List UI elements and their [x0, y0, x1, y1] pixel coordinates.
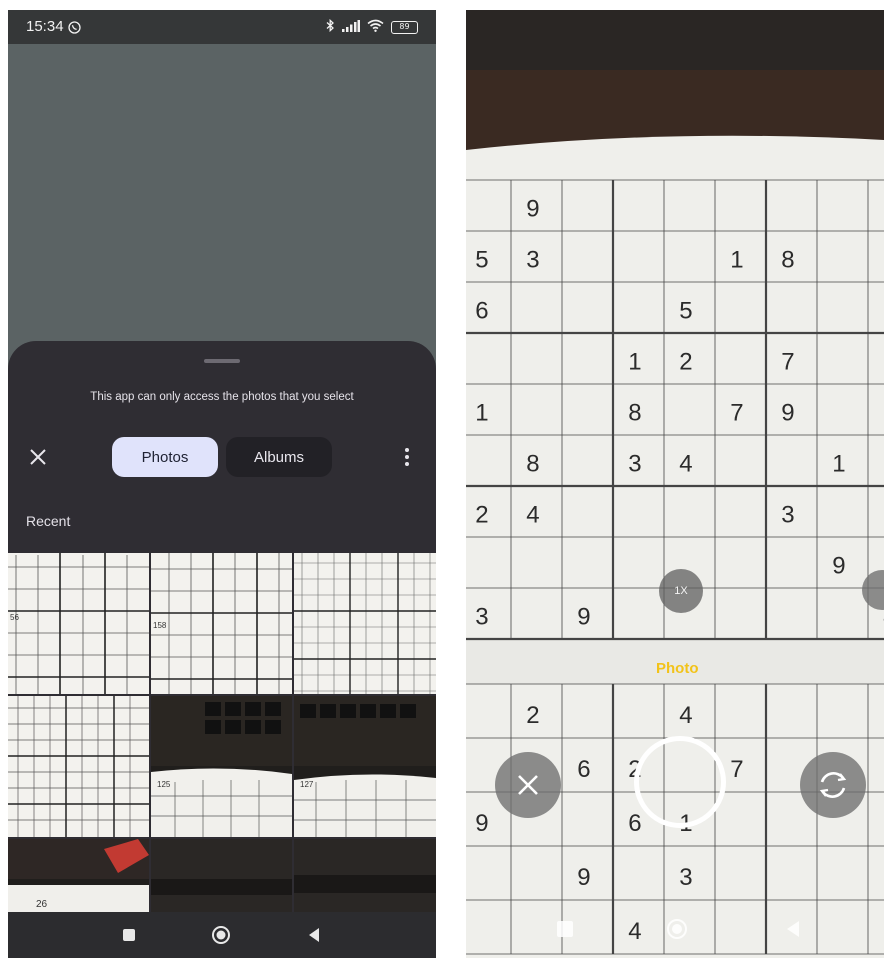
- sudoku-top-digit: 1: [832, 451, 845, 478]
- flip-camera-icon[interactable]: [800, 752, 866, 818]
- tile-page-number: 26: [36, 899, 48, 910]
- photo-thumbnail[interactable]: 125: [151, 696, 292, 837]
- tile-page-number: 158: [153, 621, 167, 630]
- battery-icon: 89: [391, 20, 418, 34]
- status-time: 15:34: [26, 18, 64, 35]
- sudoku-bottom-digit: 3: [679, 864, 692, 891]
- sudoku-top-digit: 4: [679, 451, 692, 478]
- photo-thumbnail[interactable]: [8, 696, 149, 837]
- photo-thumbnail[interactable]: [294, 839, 436, 918]
- sudoku-top-digit: 2: [475, 502, 488, 529]
- photo-thumbnail[interactable]: 56: [8, 553, 149, 694]
- sudoku-top-digit: 3: [475, 604, 488, 631]
- sudoku-top-digit: 1: [730, 247, 743, 274]
- sudoku-bottom-digit: 9: [577, 864, 590, 891]
- photo-picker-sheet: This app can only access the photos that…: [8, 341, 436, 958]
- sudoku-top-digit: 3: [628, 451, 641, 478]
- sudoku-top-digit: 7: [781, 349, 794, 376]
- close-icon[interactable]: [495, 752, 561, 818]
- tile-page-number: 125: [157, 780, 171, 789]
- shutter-button[interactable]: [634, 736, 726, 828]
- sudoku-bottom-digit: 6: [577, 756, 590, 783]
- wifi-icon: [367, 19, 384, 35]
- sudoku-top-digit: 9: [832, 553, 845, 580]
- kebab-menu-icon[interactable]: [401, 445, 413, 469]
- sudoku-top-digit: 8: [628, 400, 641, 427]
- tab-albums[interactable]: Albums: [226, 437, 332, 477]
- sudoku-top-digit: 7: [730, 400, 743, 427]
- sudoku-top-digit: 5: [679, 298, 692, 325]
- navigation-bar: [8, 912, 436, 958]
- sudoku-top-digit: 8: [526, 451, 539, 478]
- sudoku-bottom-digit: 2: [526, 702, 539, 729]
- camera-screen: 9253186512718798341624391394 24627396193…: [466, 10, 884, 958]
- zoom-button[interactable]: 1X: [659, 569, 703, 613]
- status-bar: 15:34 89: [8, 10, 436, 44]
- sudoku-top-digit: 1: [628, 349, 641, 376]
- sudoku-top-digit: 5: [475, 247, 488, 274]
- circle-nav-icon[interactable]: [666, 918, 688, 940]
- access-notice: This app can only access the photos that…: [90, 391, 354, 403]
- back-triangle-icon[interactable]: [303, 924, 325, 946]
- signal-icon: [342, 19, 360, 35]
- sudoku-bottom-digit: 4: [628, 918, 641, 945]
- sudoku-top-digit: 1: [475, 400, 488, 427]
- sudoku-top-digit: 6: [475, 298, 488, 325]
- square-nav-icon[interactable]: [118, 924, 140, 946]
- photo-thumbnail[interactable]: 127: [294, 696, 436, 837]
- photo-thumbnail[interactable]: 26: [8, 839, 149, 918]
- sudoku-top-digit: 9: [781, 400, 794, 427]
- drag-handle[interactable]: [204, 359, 240, 363]
- sudoku-top-digit: 3: [526, 247, 539, 274]
- mode-label-photo[interactable]: Photo: [656, 660, 699, 677]
- sudoku-top-digit: 8: [781, 247, 794, 274]
- sudoku-bottom-digit: 4: [679, 702, 692, 729]
- sudoku-top-digit: 2: [679, 349, 692, 376]
- circle-nav-icon[interactable]: [210, 924, 232, 946]
- photo-thumbnail[interactable]: [151, 839, 292, 918]
- sudoku-top-digit: 4: [526, 502, 539, 529]
- bluetooth-icon: [326, 18, 335, 35]
- back-triangle-icon[interactable]: [782, 918, 804, 940]
- sudoku-top-digit: 9: [526, 196, 539, 223]
- close-icon[interactable]: [28, 447, 48, 467]
- tile-page-number: 127: [300, 780, 314, 789]
- sudoku-top-digit: 9: [577, 604, 590, 631]
- photo-grid: 56 158 125 127 26: [8, 553, 436, 918]
- photo-thumbnail[interactable]: 158: [151, 553, 292, 694]
- tab-photos[interactable]: Photos: [112, 437, 218, 477]
- status-icons: 89: [326, 18, 418, 35]
- square-nav-icon[interactable]: [554, 918, 576, 940]
- photo-thumbnail[interactable]: [294, 553, 436, 694]
- whatsapp-call-icon: [68, 19, 81, 38]
- sudoku-bottom-digit: 7: [730, 756, 743, 783]
- sudoku-bottom-digit: 9: [475, 810, 488, 837]
- sudoku-bottom-digit: 6: [628, 810, 641, 837]
- photo-picker-screen: 15:34 89 This app can only access the ph…: [8, 10, 436, 958]
- tile-page-number: 56: [10, 613, 19, 622]
- section-title-recent: Recent: [26, 513, 71, 529]
- sudoku-top-digit: 3: [781, 502, 794, 529]
